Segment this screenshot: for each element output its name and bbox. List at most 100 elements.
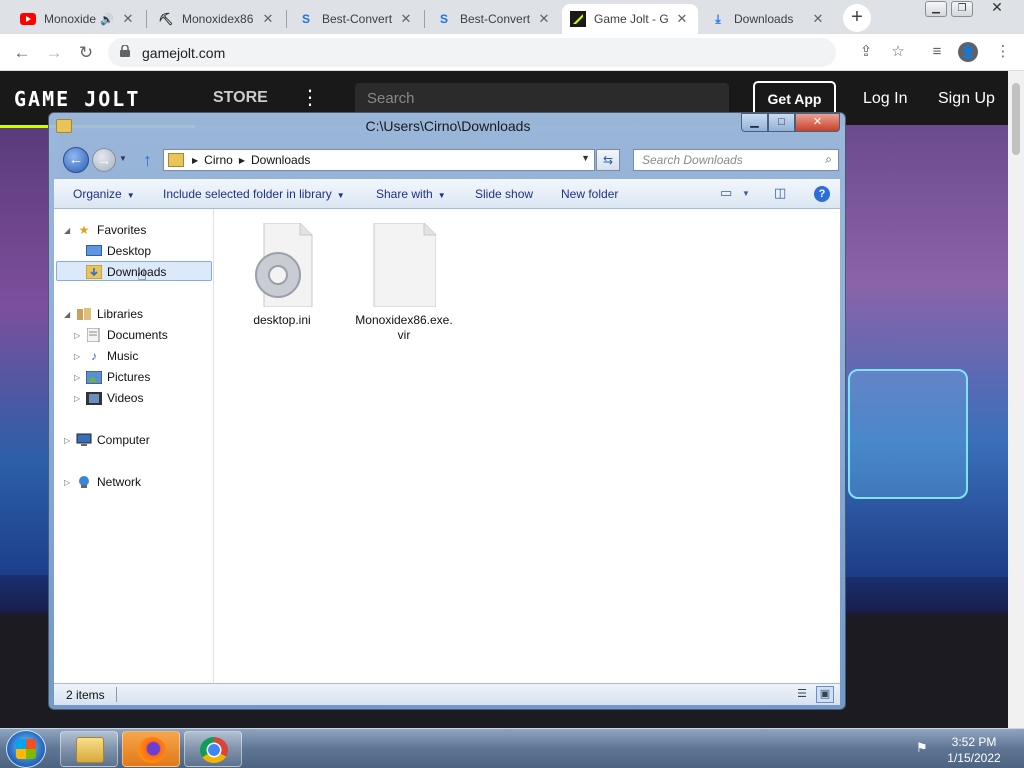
explorer-minimize-button[interactable]: ▁ — [741, 113, 768, 132]
tab-best-converter-2[interactable]: S Best-Converte ✕ — [428, 4, 560, 34]
kebab-menu-icon[interactable]: ⋮ — [992, 41, 1014, 63]
back-arrow-icon[interactable]: ← — [63, 147, 89, 173]
nav-music[interactable]: ▷ ♪ Music — [74, 346, 138, 366]
collapse-arrow-icon[interactable]: ◢ — [64, 310, 74, 319]
search-icon[interactable]: ⌕ — [825, 152, 832, 167]
taskbar-chrome[interactable] — [184, 731, 242, 767]
forward-arrow-icon[interactable]: → — [92, 148, 116, 172]
taskbar-explorer[interactable] — [60, 731, 118, 767]
breadcrumb-downloads[interactable]: Downloads — [251, 153, 310, 167]
close-browser-button[interactable]: ✕ — [977, 0, 1017, 17]
details-view-icon[interactable]: ☰ — [794, 687, 810, 702]
file-desktop-ini[interactable]: desktop.ini — [230, 222, 334, 328]
minimize-button[interactable]: ▁ — [925, 1, 947, 17]
gamejolt-logo[interactable]: GAME JOLT — [14, 87, 140, 111]
windows-logo-icon — [16, 739, 36, 759]
start-button[interactable] — [6, 730, 46, 768]
media-control-icon[interactable]: ≡ — [926, 41, 948, 63]
log-in-link[interactable]: Log In — [863, 90, 907, 108]
search-placeholder: Search Downloads — [642, 153, 743, 167]
game-art-glass-panel — [848, 369, 968, 499]
action-center-flag-icon[interactable]: ⚑ — [916, 740, 928, 756]
profile-avatar[interactable]: 👤 — [958, 42, 978, 62]
tab-downloads[interactable]: ⤓ Downloads ✕ — [702, 4, 834, 34]
nav-label: Documents — [107, 328, 168, 342]
clock-date: 1/15/2022 — [947, 751, 1001, 765]
close-tab-icon[interactable]: ✕ — [674, 11, 690, 27]
restore-button[interactable]: ❐ — [951, 1, 973, 17]
tab-youtube[interactable]: Monoxide 🔊 ✕ — [12, 4, 144, 34]
bookmark-star-icon[interactable]: ☆ — [887, 41, 909, 63]
share-with-button[interactable]: Share with ▼ — [376, 187, 446, 201]
expand-arrow-icon[interactable]: ▷ — [74, 352, 84, 361]
expand-arrow-icon[interactable]: ▷ — [74, 331, 84, 340]
scrollbar-thumb[interactable] — [1012, 83, 1020, 155]
explorer-search-input[interactable]: Search Downloads ⌕ — [633, 149, 839, 171]
chevron-right-icon[interactable]: ▶ — [192, 156, 198, 165]
navigation-pane: ◢ ★ Favorites Desktop Downloads ◢ Librar… — [54, 209, 214, 683]
up-arrow-icon[interactable]: ↑ — [143, 150, 152, 171]
refresh-icon[interactable]: ⇆ — [596, 149, 620, 171]
large-icons-view-icon[interactable]: ▣ — [816, 686, 834, 703]
chevron-down-icon[interactable]: ▼ — [581, 153, 590, 163]
help-icon[interactable]: ? — [814, 186, 830, 202]
breadcrumb-cirno[interactable]: Cirno — [204, 153, 233, 167]
best-converter-icon: S — [439, 12, 448, 26]
nav-label: Favorites — [97, 223, 147, 237]
new-folder-button[interactable]: New folder — [561, 187, 618, 201]
chevron-down-icon: ▼ — [336, 191, 345, 200]
back-arrow-icon[interactable]: ← — [10, 41, 34, 65]
expand-arrow-icon[interactable]: ▷ — [74, 394, 84, 403]
forward-arrow-icon[interactable]: → — [42, 41, 66, 65]
best-converter-icon: S — [301, 12, 310, 26]
preview-pane-icon[interactable]: ◫ — [774, 185, 786, 201]
chevron-right-icon[interactable]: ▶ — [239, 156, 245, 165]
explorer-address-bar[interactable]: ▶ Cirno ▶ Downloads ▼ — [163, 149, 595, 171]
nav-pictures[interactable]: ▷ Pictures — [74, 367, 150, 387]
more-menu-icon[interactable]: ⋮ — [300, 85, 320, 110]
reload-icon[interactable]: ↻ — [74, 41, 98, 65]
chevron-down-icon[interactable]: ▼ — [742, 189, 750, 198]
close-tab-icon[interactable]: ✕ — [260, 11, 276, 27]
collapse-arrow-icon[interactable]: ◢ — [64, 226, 74, 235]
nav-videos[interactable]: ▷ Videos — [74, 388, 143, 408]
include-in-library-button[interactable]: Include selected folder in library ▼ — [163, 187, 345, 201]
share-icon[interactable]: ⇪ — [855, 41, 877, 63]
sign-up-link[interactable]: Sign Up — [938, 90, 995, 108]
expand-arrow-icon[interactable]: ▷ — [64, 436, 74, 445]
close-tab-icon[interactable]: ✕ — [536, 11, 552, 27]
close-tab-icon[interactable]: ✕ — [810, 11, 826, 27]
recent-pages-dropdown-icon[interactable]: ▼ — [119, 154, 127, 163]
nav-desktop[interactable]: Desktop — [86, 241, 151, 261]
address-bar[interactable]: gamejolt.com — [108, 38, 836, 67]
close-tab-icon[interactable]: ✕ — [120, 11, 136, 27]
nav-downloads[interactable]: Downloads — [86, 262, 166, 282]
firefox-icon — [138, 737, 166, 763]
blank-file-icon — [372, 222, 437, 308]
gamejolt-search-input[interactable]: Search — [355, 83, 729, 115]
close-tab-icon[interactable]: ✕ — [398, 11, 414, 27]
expand-arrow-icon[interactable]: ▷ — [64, 478, 74, 487]
file-monoxidex86-exe-vir[interactable]: Monoxidex86.exe. vir — [352, 222, 456, 343]
downloads-folder-icon — [86, 265, 102, 279]
organize-button[interactable]: Organize ▼ — [73, 187, 135, 201]
nav-favorites[interactable]: ◢ ★ Favorites — [64, 220, 146, 240]
tab-monoxidex86[interactable]: ⛏ Monoxidex86 ✕ — [150, 4, 284, 34]
new-tab-button[interactable]: + — [843, 4, 871, 32]
tab-best-converter-1[interactable]: S Best-Converte ✕ — [290, 4, 422, 34]
store-link[interactable]: STORE — [213, 89, 268, 107]
nav-libraries[interactable]: ◢ Libraries — [64, 304, 143, 324]
page-scrollbar[interactable] — [1008, 71, 1024, 728]
nav-documents[interactable]: ▷ Documents — [74, 325, 168, 345]
explorer-close-button[interactable]: ✕ — [795, 113, 840, 132]
explorer-maximize-button[interactable]: □ — [768, 113, 795, 132]
tab-gamejolt[interactable]: Game Jolt - G ✕ — [562, 4, 698, 34]
change-view-icon[interactable]: ▭ — [720, 185, 732, 201]
nav-network[interactable]: ▷ Network — [64, 472, 141, 492]
slide-show-button[interactable]: Slide show — [475, 187, 533, 201]
speaker-icon[interactable]: 🔊 — [100, 13, 114, 26]
nav-computer[interactable]: ▷ Computer — [64, 430, 150, 450]
taskbar-firefox[interactable] — [122, 731, 180, 767]
system-clock[interactable]: 3:52 PM 1/15/2022 — [944, 734, 1004, 766]
expand-arrow-icon[interactable]: ▷ — [74, 373, 84, 382]
